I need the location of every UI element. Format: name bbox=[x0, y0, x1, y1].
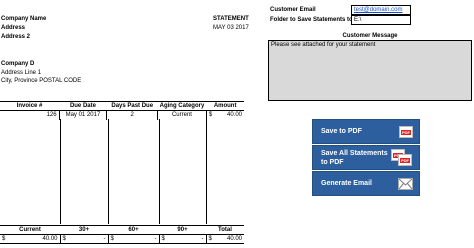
aging-60: $ - bbox=[107, 234, 159, 244]
customer-email-field[interactable]: test@domain.com bbox=[351, 5, 411, 15]
customer-city: City, Province POSTAL CODE bbox=[1, 78, 82, 84]
customer-company: Company D bbox=[1, 61, 35, 67]
save-all-label-line2: to PDF bbox=[321, 158, 344, 166]
amount-value: 40.00 bbox=[226, 112, 242, 119]
column-divider bbox=[159, 119, 160, 224]
col-amount: Amount bbox=[206, 101, 244, 111]
envelope-icon bbox=[398, 177, 413, 190]
currency-symbol: $ bbox=[208, 236, 212, 242]
save-all-statements-button[interactable]: Save All Statements to PDF PDF PDF bbox=[312, 145, 420, 170]
pdf-tag: PDF bbox=[400, 157, 410, 163]
customer-message-text: Please see attached for your statement bbox=[271, 42, 376, 48]
customer-address: Address Line 1 bbox=[1, 70, 42, 76]
days-past-due: 2 bbox=[106, 110, 158, 120]
aging-amount: 40.00 bbox=[226, 236, 242, 242]
aging-category: Current bbox=[157, 110, 207, 120]
due-date: May 01 2017 bbox=[58, 110, 107, 120]
pdf-icon: PDF bbox=[399, 125, 413, 138]
aging-values-row: $ 40.00 $ - $ - $ - $ 40.00 bbox=[0, 234, 244, 244]
col-current: Current bbox=[0, 225, 60, 235]
statement-date: MAY 03 2017 bbox=[213, 25, 249, 31]
save-to-pdf-button[interactable]: Save to PDF PDF bbox=[312, 119, 420, 144]
column-divider bbox=[108, 119, 109, 224]
company-name: Company Name bbox=[1, 16, 47, 22]
amount-cell: $ 40.00 bbox=[205, 110, 244, 120]
currency-symbol: $ bbox=[2, 236, 6, 242]
col-days-past-due: Days Past Due bbox=[106, 101, 158, 111]
customer-message-box[interactable]: Please see attached for your statement bbox=[268, 40, 472, 101]
save-folder-field[interactable]: E:\ bbox=[351, 15, 411, 25]
company-address-2: Address 2 bbox=[1, 34, 31, 40]
col-total: Total bbox=[206, 225, 244, 235]
aging-amount: - bbox=[103, 236, 106, 242]
generate-email-button[interactable]: Generate Email bbox=[312, 171, 420, 196]
statement-title: STATEMENT bbox=[213, 16, 249, 22]
col-30-plus: 30+ bbox=[60, 225, 108, 235]
col-aging-category: Aging Category bbox=[157, 101, 207, 111]
aging-amount: 40.00 bbox=[42, 236, 58, 242]
table-row[interactable]: 126 May 01 2017 2 Current $ 40.00 bbox=[0, 110, 244, 120]
customer-email-label: Customer Email bbox=[270, 7, 316, 13]
save-all-label: Save All Statements to PDF bbox=[321, 149, 388, 167]
multiple-pdf-icon: PDF PDF bbox=[391, 148, 413, 167]
invoice-number: 126 bbox=[46, 112, 57, 119]
aging-90: $ - bbox=[158, 234, 206, 244]
invoice-header-row: Invoice # Due Date Days Past Due Aging C… bbox=[0, 101, 244, 111]
currency-symbol: $ bbox=[208, 112, 213, 119]
currency-symbol: $ bbox=[161, 236, 165, 242]
pdf-icon: PDF bbox=[398, 153, 412, 166]
aging-amount: - bbox=[154, 236, 157, 242]
col-90-plus: 90+ bbox=[159, 225, 206, 235]
col-invoice-number: Invoice # bbox=[0, 101, 60, 111]
aging-header-row: Current 30+ 60+ 90+ Total bbox=[0, 225, 244, 235]
col-60-plus: 60+ bbox=[108, 225, 159, 235]
aging-total: $ 40.00 bbox=[205, 234, 244, 244]
aging-amount: - bbox=[201, 236, 204, 242]
generate-email-label: Generate Email bbox=[321, 180, 372, 187]
aging-summary-table: Current 30+ 60+ 90+ Total $ 40.00 $ - $ … bbox=[0, 225, 244, 244]
aging-current: $ 40.00 bbox=[0, 234, 60, 244]
company-address: Address bbox=[1, 25, 26, 31]
save-folder-label: Folder to Save Statements to bbox=[270, 17, 353, 23]
save-to-pdf-label: Save to PDF bbox=[321, 128, 362, 135]
pdf-tag: PDF bbox=[401, 129, 411, 135]
aging-30: $ - bbox=[59, 234, 108, 244]
currency-symbol: $ bbox=[110, 236, 114, 242]
currency-symbol: $ bbox=[62, 236, 66, 242]
invoice-table: Invoice # Due Date Days Past Due Aging C… bbox=[0, 101, 244, 120]
column-divider bbox=[206, 119, 207, 224]
col-due-date: Due Date bbox=[59, 101, 107, 111]
customer-message-title: Customer Message bbox=[342, 33, 398, 39]
column-divider bbox=[60, 119, 61, 224]
save-all-label-line1: Save All Statements bbox=[321, 149, 388, 157]
